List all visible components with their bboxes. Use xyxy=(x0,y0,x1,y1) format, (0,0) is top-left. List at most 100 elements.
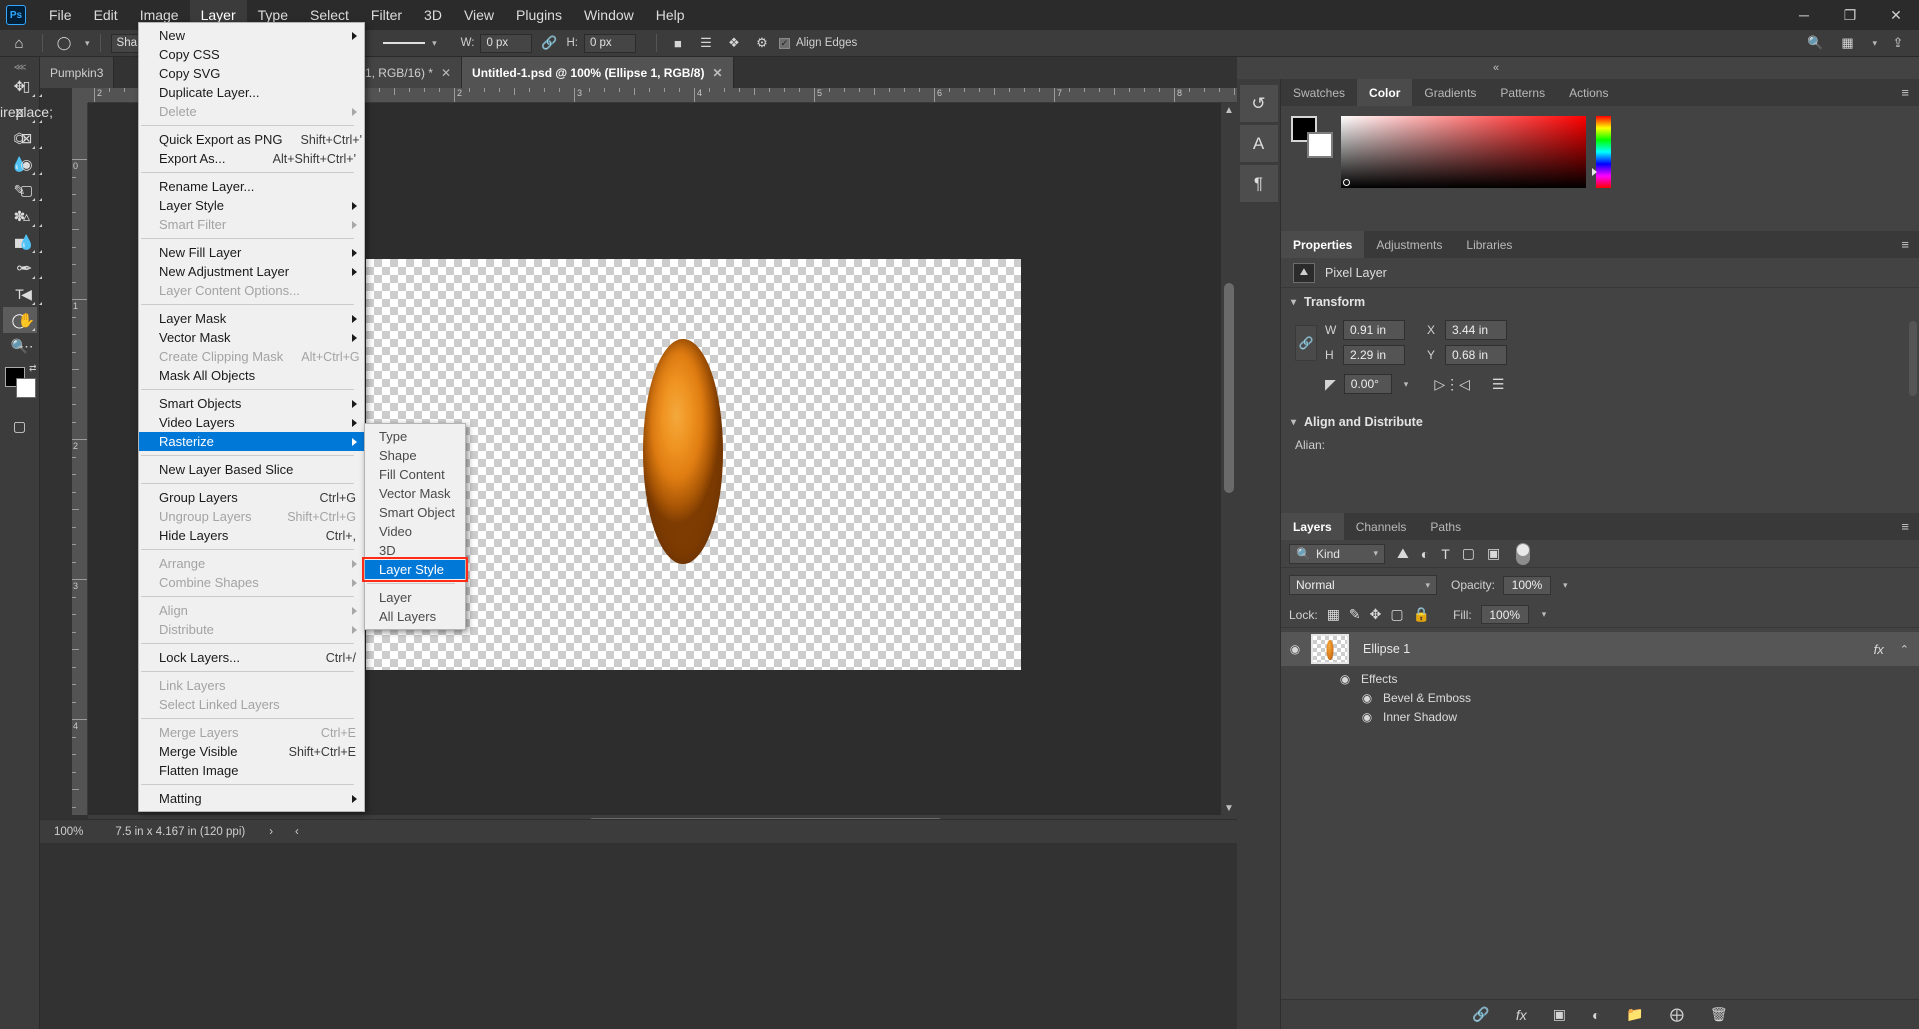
tab-color[interactable]: Color xyxy=(1357,79,1413,106)
menu-item-group-layers[interactable]: Group Layers Ctrl+G xyxy=(139,488,364,507)
menu-item-layer-style[interactable]: Layer Style xyxy=(139,196,364,215)
tab-swatches[interactable]: Swatches xyxy=(1281,79,1357,106)
panel-menu-icon[interactable]: ≡ xyxy=(1901,231,1919,258)
more-tools[interactable]: ⋯ xyxy=(10,333,44,359)
submenu-item-vector-mask[interactable]: Vector Mask xyxy=(365,484,465,503)
lock-image-icon[interactable]: ✎ xyxy=(1349,606,1361,623)
menu-item-quick-export-as-png[interactable]: Quick Export as PNG Shift+Ctrl+' xyxy=(139,130,364,149)
effects-group-row[interactable]: ◉ Effects xyxy=(1337,669,1919,688)
menu-item-vector-mask[interactable]: Vector Mask xyxy=(139,328,364,347)
home-icon[interactable]: ⌂ xyxy=(6,32,32,54)
close-icon[interactable]: ✕ xyxy=(441,66,451,80)
height-input[interactable]: 2.29 in xyxy=(1343,345,1405,365)
vertical-ruler[interactable]: 012345 xyxy=(72,103,88,815)
tab-channels[interactable]: Channels xyxy=(1344,513,1419,540)
tab-patterns[interactable]: Patterns xyxy=(1488,79,1557,106)
new-layer-icon[interactable]: ⨁ xyxy=(1670,1006,1684,1023)
menu-item-layer-mask[interactable]: Layer Mask xyxy=(139,309,364,328)
width-input[interactable]: 0.91 in xyxy=(1343,320,1405,340)
align-distribute-section-header[interactable]: ▾ Align and Distribute xyxy=(1281,408,1919,436)
scroll-down-icon[interactable]: ▼ xyxy=(1221,801,1237,815)
menu-window[interactable]: Window xyxy=(573,0,645,30)
eraser-tool[interactable]: ▵ xyxy=(10,203,44,229)
pen-tool[interactable]: ✒ xyxy=(10,255,44,281)
add-mask-icon[interactable]: ▣ xyxy=(1553,1006,1566,1023)
flip-horizontal-icon[interactable]: ▷⋮◁ xyxy=(1434,376,1470,393)
rectangular-marquee-tool[interactable]: ▯ xyxy=(10,73,44,99)
menu-item-video-layers[interactable]: Video Layers xyxy=(139,413,364,432)
hand-tool[interactable]: ✋ xyxy=(10,307,44,333)
character-icon[interactable]: A xyxy=(1239,125,1278,163)
blend-mode-select[interactable]: Normal ▾ xyxy=(1289,575,1437,595)
properties-scrollbar[interactable] xyxy=(1909,321,1917,396)
menu-item-merge-visible[interactable]: Merge Visible Shift+Ctrl+E xyxy=(139,742,364,761)
menu-item-flatten-image[interactable]: Flatten Image xyxy=(139,761,364,780)
menu-item-rasterize[interactable]: Rasterize xyxy=(139,432,364,451)
spot-healing-brush-tool[interactable]: ◉ xyxy=(10,151,44,177)
submenu-item-layer-style[interactable]: Layer Style xyxy=(362,557,468,582)
chevron-down-icon[interactable]: ▾ xyxy=(85,38,90,49)
blur-tool[interactable]: 💧 xyxy=(10,229,44,255)
clone-stamp-tool[interactable]: ▢ xyxy=(10,177,44,203)
tab-gradients[interactable]: Gradients xyxy=(1412,79,1488,106)
smartobject-filter-icon[interactable]: ▣ xyxy=(1487,545,1500,562)
angle-input[interactable]: 0.00° xyxy=(1343,374,1392,394)
submenu-item-type[interactable]: Type xyxy=(365,427,465,446)
document-tab-untitled-8bit[interactable]: Untitled-1.psd @ 100% (Ellipse 1, RGB/8)… xyxy=(462,57,734,88)
swap-colors-icon[interactable]: ⇄ xyxy=(29,363,37,374)
menu-item-copy-css[interactable]: Copy CSS xyxy=(139,45,364,64)
hue-slider[interactable] xyxy=(1596,116,1611,188)
link-layers-icon[interactable]: 🔗 xyxy=(1472,1006,1489,1023)
object-selection-tool[interactable]: ireplace; xyxy=(0,99,53,125)
menu-item-new[interactable]: New xyxy=(139,26,364,45)
constrain-proportions-icon[interactable]: 🔗 xyxy=(1295,324,1317,361)
filters-toggle[interactable] xyxy=(1516,542,1531,565)
menu-item-matting[interactable]: Matting xyxy=(139,789,364,808)
menu-item-hide-layers[interactable]: Hide Layers Ctrl+, xyxy=(139,526,364,545)
layer-visibility-icon[interactable]: ◉ xyxy=(1287,642,1303,656)
search-icon[interactable]: 🔍 xyxy=(1804,33,1826,53)
menu-item-rename-layer[interactable]: Rename Layer... xyxy=(139,177,364,196)
submenu-item-smart-object[interactable]: Smart Object xyxy=(365,503,465,522)
layer-filter-kind-select[interactable]: 🔍 Kind ▾ xyxy=(1289,543,1385,564)
layer-name[interactable]: Ellipse 1 xyxy=(1363,642,1410,656)
menu-plugins[interactable]: Plugins xyxy=(505,0,573,30)
background-color-swatch[interactable] xyxy=(15,378,36,398)
zoom-level[interactable]: 100% xyxy=(54,826,83,838)
effects-visibility-icon[interactable]: ◉ xyxy=(1337,672,1353,686)
chevron-down-icon[interactable]: ▾ xyxy=(1542,609,1547,620)
ellipse-tool-preset-icon[interactable]: ◯ xyxy=(53,33,75,53)
pixel-filter-icon[interactable]: ⛰ xyxy=(1397,545,1409,562)
close-button[interactable]: ✕ xyxy=(1873,0,1919,30)
minimize-button[interactable]: ─ xyxy=(1781,0,1827,30)
x-input[interactable]: 3.44 in xyxy=(1445,320,1507,340)
add-fx-icon[interactable]: fx xyxy=(1516,1007,1527,1023)
path-alignment-icon[interactable]: ☰ xyxy=(695,33,717,53)
menu-item-new-adjustment-layer[interactable]: New Adjustment Layer xyxy=(139,262,364,281)
tab-layers[interactable]: Layers xyxy=(1281,513,1344,540)
scroll-up-icon[interactable]: ▲ xyxy=(1221,103,1237,117)
chevron-down-icon[interactable]: ▾ xyxy=(1425,580,1430,591)
share-icon[interactable]: ⇪ xyxy=(1887,33,1909,53)
path-operations-icon[interactable]: ■ xyxy=(667,33,689,53)
scrollbar-thumb[interactable] xyxy=(1224,283,1234,493)
color-field[interactable] xyxy=(1341,116,1586,188)
color-swatch-pair[interactable] xyxy=(1291,116,1333,158)
path-selection-tool[interactable]: ◀ xyxy=(10,281,44,307)
layer-thumbnail[interactable] xyxy=(1311,634,1349,664)
collapse-panels-button[interactable]: « xyxy=(1237,57,1919,79)
history-icon[interactable]: ↺ xyxy=(1239,85,1278,123)
menu-item-copy-svg[interactable]: Copy SVG xyxy=(139,64,364,83)
gear-icon[interactable]: ⚙ xyxy=(751,33,773,53)
link-icon[interactable]: 🔗 xyxy=(538,33,560,53)
color-marker[interactable] xyxy=(1343,179,1350,186)
layer-row-ellipse-1[interactable]: ◉ Ellipse 1 fx ⌃ xyxy=(1281,632,1919,666)
edit-toolbar[interactable]: ▢ xyxy=(3,413,37,439)
background-color-swatch[interactable] xyxy=(1307,132,1333,158)
menu-item-duplicate-layer[interactable]: Duplicate Layer... xyxy=(139,83,364,102)
ellipse-shape[interactable] xyxy=(643,339,723,564)
panel-menu-icon[interactable]: ≡ xyxy=(1901,79,1919,106)
fill-input[interactable]: 100% xyxy=(1480,605,1529,624)
menu-file[interactable]: File xyxy=(38,0,83,30)
opacity-input[interactable]: 100% xyxy=(1503,575,1552,595)
